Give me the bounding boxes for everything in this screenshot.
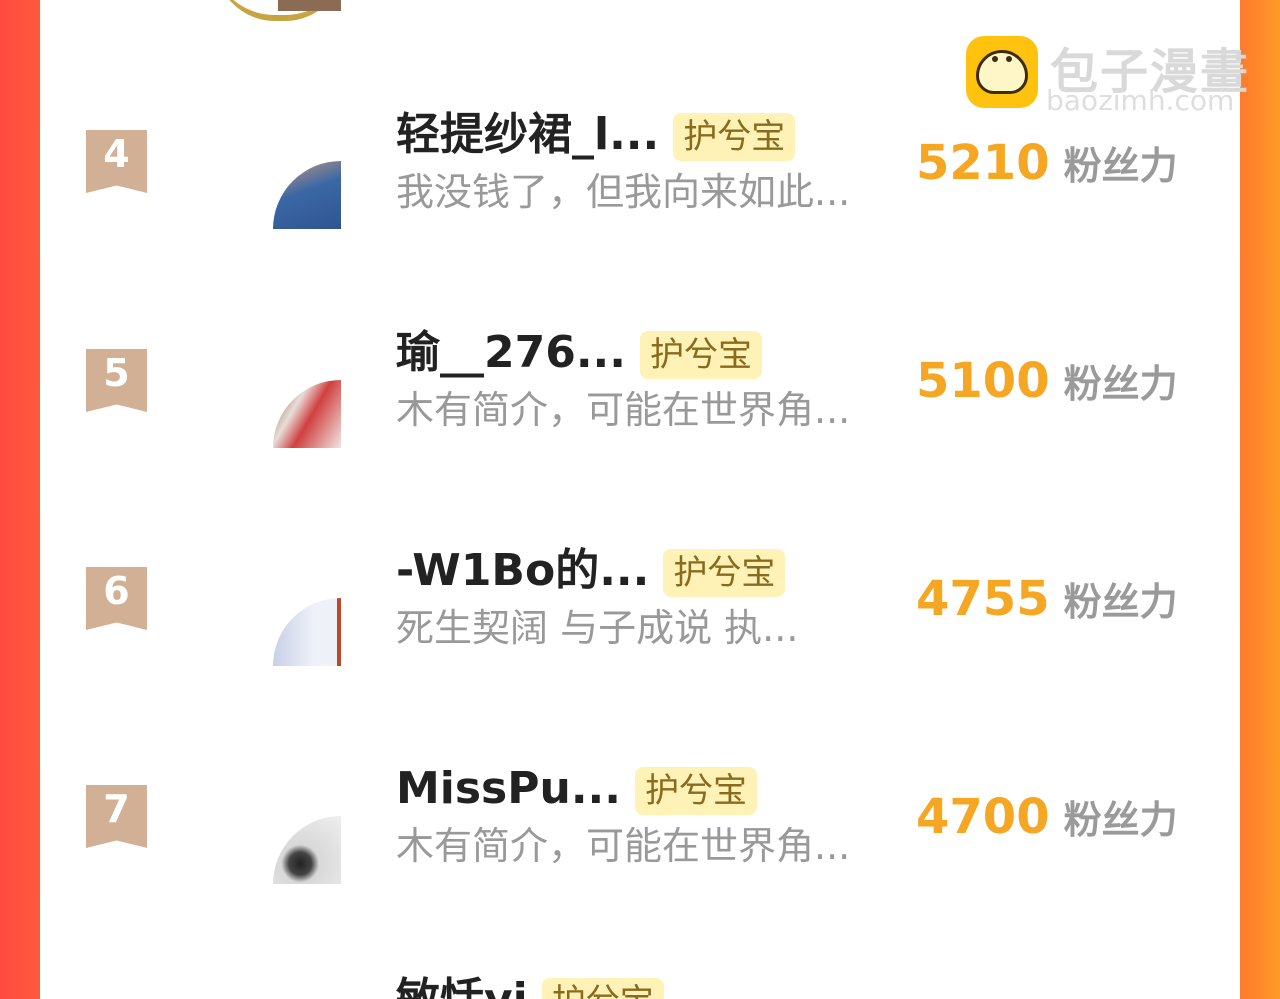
rank-ribbon-icon: 4 — [86, 130, 147, 193]
fans-power: 4700 粉丝力 — [916, 790, 1178, 855]
guardian-badge: 护兮宝 — [634, 767, 757, 815]
leaderboard-row[interactable]: 4 轻提纱裙_l... 护兮宝 我没钱了，但我向来如此... 5210 粉丝力 — [0, 110, 1280, 310]
user-name[interactable]: 轻提纱裙_l... 护兮宝 — [396, 110, 796, 161]
user-bio: 我没钱了，但我向来如此... — [396, 170, 851, 214]
fans-value: 5100 — [916, 353, 1050, 409]
leaderboard-row[interactable]: 7 MissPu... 护兮宝 木有简介，可能在世界角... 4700 粉丝力 — [0, 764, 1280, 964]
rank-ribbon-icon: 5 — [86, 349, 147, 412]
fans-value: 5210 — [916, 135, 1050, 191]
top-avatar-image — [278, 0, 341, 11]
user-name[interactable]: -W1Bo的... 护兮宝 — [396, 546, 786, 597]
avatar[interactable] — [273, 380, 341, 448]
fans-unit: 粉丝力 — [1063, 798, 1178, 842]
user-bio: 死生契阔 与子成说 执... — [396, 606, 799, 650]
user-bio: 木有简介，可能在世界角... — [396, 388, 851, 432]
fans-value: 4700 — [916, 789, 1050, 845]
guardian-badge: 护兮宝 — [673, 113, 796, 161]
user-name[interactable]: 敏恬yi护兮宝 — [396, 975, 664, 999]
user-name[interactable]: 瑜__276... 护兮宝 — [396, 328, 762, 379]
baozi-logo-icon — [966, 36, 1038, 108]
guardian-badge: 护兮宝 — [541, 978, 664, 999]
fans-power: 5100 粉丝力 — [916, 354, 1178, 419]
fans-power: 5210 粉丝力 — [916, 136, 1178, 201]
guardian-badge: 护兮宝 — [640, 331, 762, 379]
fans-value: 4755 — [916, 571, 1050, 627]
rank-ribbon-icon: 7 — [86, 785, 147, 848]
leaderboard-row[interactable]: 6 -W1Bo的... 护兮宝 死生契阔 与子成说 执... 4755 粉丝力 — [0, 546, 1280, 746]
fans-unit: 粉丝力 — [1063, 144, 1178, 188]
user-name[interactable]: MissPu... 护兮宝 — [396, 764, 757, 815]
avatar[interactable] — [273, 816, 341, 884]
fans-power: 4755 粉丝力 — [916, 572, 1178, 637]
avatar[interactable] — [273, 598, 341, 666]
guardian-badge: 护兮宝 — [663, 549, 786, 597]
avatar[interactable] — [273, 161, 341, 229]
leaderboard-row[interactable]: 敏恬yi护兮宝 — [0, 975, 1280, 999]
leaderboard-row[interactable]: 5 瑜__276... 护兮宝 木有简介，可能在世界角... 5100 粉丝力 — [0, 328, 1280, 528]
user-bio: 木有简介，可能在世界角... — [396, 824, 851, 868]
fans-unit: 粉丝力 — [1063, 580, 1178, 624]
rank-ribbon-icon: 6 — [86, 567, 147, 630]
fans-unit: 粉丝力 — [1063, 362, 1178, 406]
